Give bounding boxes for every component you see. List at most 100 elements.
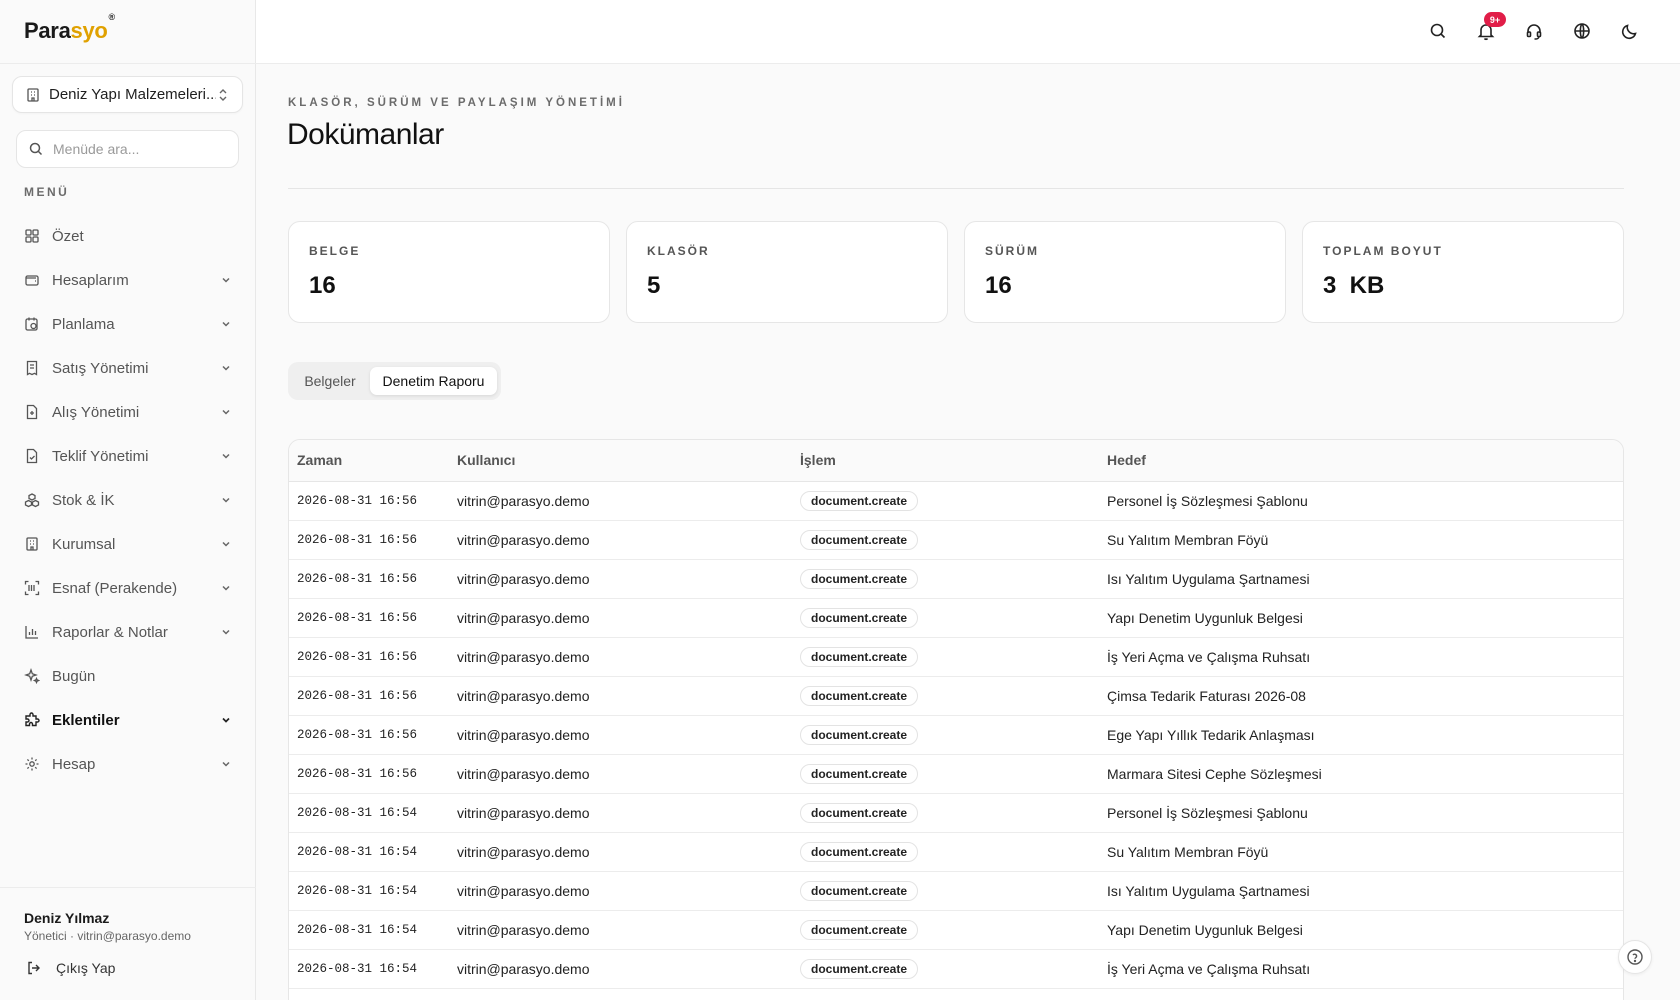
- chevron-down-icon: [222, 497, 230, 503]
- cell-target: Yapı Denetim Uygunluk Belgesi: [1099, 910, 1623, 950]
- action-badge: document.create: [800, 919, 919, 940]
- table-row[interactable]: 2026-08-31 16:54 vitrin@parasyo.demo docum…: [289, 832, 1623, 872]
- cell-user: vitrin@parasyo.demo: [449, 793, 792, 833]
- table-row[interactable]: 2026-08-31 16:54 vitrin@parasyo.demo docum…: [289, 910, 1623, 950]
- cell-time: 2026-08-31 16:56: [289, 520, 449, 560]
- table-header-row: Zaman Kullanıcı İşlem Hedef: [289, 440, 1623, 482]
- registered-mark: ®: [108, 11, 116, 22]
- table-row[interactable]: 2026-08-31 16:56 vitrin@parasyo.demo docum…: [289, 754, 1623, 794]
- sidebar-item-label: Bugün: [52, 667, 96, 685]
- receipt-icon: [26, 360, 38, 376]
- table-row[interactable]: 2026-08-31 16:56 vitrin@parasyo.demo docum…: [289, 637, 1623, 677]
- cell-action: document.create: [792, 910, 1099, 950]
- menu-search-input[interactable]: [53, 141, 223, 157]
- chevron-down-icon: [222, 453, 230, 459]
- cell-target: Isı Yalıtım Uygulama Şartnamesi: [1099, 871, 1623, 911]
- sidebar-item-label: Hesap: [52, 755, 96, 773]
- menu-search[interactable]: [16, 130, 239, 168]
- company-switcher[interactable]: Deniz Yapı Malzemeleri...: [12, 76, 243, 113]
- stat-value: 16: [985, 272, 1012, 299]
- cell-target: Çimsa Tedarik Faturası 2026-08: [1099, 676, 1623, 716]
- sidebar-item-label: Satış Yönetimi: [52, 359, 149, 377]
- column-header-hedef[interactable]: Hedef: [1099, 440, 1623, 482]
- sidebar-item-hesaplarim[interactable]: Hesaplarım: [12, 258, 244, 302]
- sidebar-item-teklif-yonetimi[interactable]: Teklif Yönetimi: [12, 434, 244, 478]
- stat-label: BELGE: [309, 244, 361, 258]
- table-row[interactable]: 2026-08-31 16:56 vitrin@parasyo.demo docum…: [289, 715, 1623, 755]
- table-row[interactable]: 2026-08-31 16:54 vitrin@parasyo.demo docum…: [289, 871, 1623, 911]
- building-icon: [26, 537, 38, 551]
- globe-icon[interactable]: [1572, 21, 1592, 41]
- bar-chart-icon: [25, 626, 38, 639]
- divider: [0, 63, 256, 64]
- stat-value: 16: [309, 272, 336, 299]
- sidebar-item-planlama[interactable]: Planlama: [12, 302, 244, 346]
- help-button[interactable]: [1618, 940, 1652, 974]
- cell-user: vitrin@parasyo.demo: [449, 637, 792, 677]
- logout-button[interactable]: Çıkış Yap: [26, 960, 115, 976]
- notification-badge: 9+: [1484, 12, 1506, 27]
- table-row[interactable]: 2026-08-31 16:56 vitrin@parasyo.demo docum…: [289, 559, 1623, 599]
- action-badge: document.create: [800, 802, 919, 823]
- column-header-islem[interactable]: İşlem: [792, 440, 1099, 482]
- sidebar-item-hesap[interactable]: Hesap: [12, 742, 244, 786]
- logout-label: Çıkış Yap: [56, 960, 116, 976]
- table-row[interactable]: 2026-08-31 16:56 vitrin@parasyo.demo docum…: [289, 676, 1623, 716]
- cell-action: document.create: [792, 793, 1099, 833]
- sidebar-item-kurumsal[interactable]: Kurumsal: [12, 522, 244, 566]
- cell-user: vitrin@parasyo.demo: [449, 949, 792, 989]
- table-row[interactable]: 2026-08-31 16:56 vitrin@parasyo.demo docum…: [289, 598, 1623, 638]
- sidebar-item-bugun[interactable]: Bugün: [12, 654, 244, 698]
- moon-icon[interactable]: [1620, 21, 1640, 41]
- sidebar-item-eklentiler[interactable]: Eklentiler: [12, 698, 244, 742]
- table-row[interactable]: 2026-08-31 16:54 vitrin@parasyo.demo docum…: [289, 793, 1623, 833]
- cell-target: Personel İş Sözleşmesi Şablonu: [1099, 481, 1623, 521]
- cell-time: 2026-08-31 16:56: [289, 715, 449, 755]
- cell-action: document.create: [792, 754, 1099, 794]
- audit-table: Zaman Kullanıcı İşlem Hedef 2026-08-31 1…: [288, 439, 1624, 1000]
- cell-time: 2026-08-31 16:56: [289, 598, 449, 638]
- stat-value: 5: [647, 272, 661, 299]
- wallet-icon: [25, 275, 39, 286]
- stat-value: 3 KB: [1323, 272, 1385, 299]
- table-row[interactable]: 2026-08-31 16:56 vitrin@parasyo.demo docum…: [289, 520, 1623, 560]
- sidebar-item-ozet[interactable]: Özet: [12, 214, 244, 258]
- sidebar-item-raporlar-notlar[interactable]: Raporlar & Notlar: [12, 610, 244, 654]
- cell-target: Marmara Sitesi Cephe Sözleşmesi: [1099, 754, 1623, 794]
- action-badge: document.create: [800, 841, 919, 862]
- action-badge: document.create: [800, 568, 919, 589]
- cell-action: document.create: [792, 559, 1099, 599]
- sidebar-item-label: Alış Yönetimi: [52, 403, 140, 421]
- action-badge: document.create: [800, 880, 919, 901]
- barcode-scan-icon: [24, 580, 40, 596]
- brand-logo[interactable]: Parasyo®: [24, 12, 115, 46]
- cell-action: document.create: [792, 832, 1099, 872]
- cell-time: 2026-08-31 16:56: [289, 676, 449, 716]
- sidebar-item-label: Hesaplarım: [52, 271, 129, 289]
- column-header-zaman[interactable]: Zaman: [289, 440, 449, 482]
- sidebar-item-esnaf[interactable]: Esnaf (Perakende): [12, 566, 244, 610]
- action-badge: document.create: [800, 646, 919, 667]
- chevron-down-icon: [222, 717, 230, 723]
- table-row[interactable]: 2026-08-31 16:54 vitrin@parasyo.demo docum…: [289, 949, 1623, 989]
- building-icon: [27, 87, 39, 102]
- sidebar-item-stok-ik[interactable]: Stok & İK: [12, 478, 244, 522]
- stat-card-surum: SÜRÜM 16: [964, 221, 1286, 323]
- tab-belgeler[interactable]: Belgeler: [292, 367, 368, 395]
- sidebar-item-label: Planlama: [52, 315, 115, 333]
- chevron-down-icon: [222, 585, 230, 591]
- search-icon[interactable]: [1428, 21, 1448, 41]
- sidebar-item-alis-yonetimi[interactable]: Alış Yönetimi: [12, 390, 244, 434]
- tab-denetim-raporu[interactable]: Denetim Raporu: [370, 367, 497, 395]
- sidebar-item-satis-yonetimi[interactable]: Satış Yönetimi: [12, 346, 244, 390]
- puzzle-icon: [25, 712, 40, 727]
- cell-user: vitrin@parasyo.demo: [449, 871, 792, 911]
- cell-user: vitrin@parasyo.demo: [449, 754, 792, 794]
- chevron-down-icon: [222, 761, 230, 767]
- divider: [288, 188, 1624, 189]
- cell-action: document.create: [792, 715, 1099, 755]
- column-header-kullanici[interactable]: Kullanıcı: [449, 440, 792, 482]
- cell-target: Personel İş Sözleşmesi Şablonu: [1099, 793, 1623, 833]
- headset-icon[interactable]: [1524, 21, 1544, 41]
- table-row[interactable]: 2026-08-31 16:56 vitrin@parasyo.demo docum…: [289, 481, 1623, 521]
